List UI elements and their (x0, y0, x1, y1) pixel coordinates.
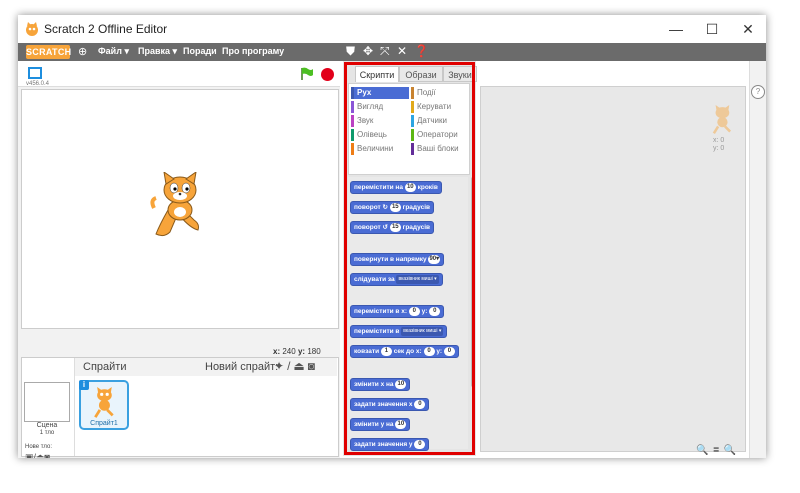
shrink-icon[interactable]: ✕ (397, 44, 407, 58)
sprite-x: x: 0 (713, 137, 725, 144)
x-label: x: (273, 347, 281, 356)
sprites-header: Спрайти Новий спрайт: ✦/⏏◙ (75, 358, 337, 376)
y-label: y: (297, 347, 306, 356)
sprite-cat[interactable] (150, 172, 208, 242)
new-sprite-label: Новий спрайт: (205, 361, 279, 373)
x-value: 240 (282, 347, 296, 356)
sprite-library-icon[interactable]: ✦ (274, 359, 287, 373)
title-bar: Scratch 2 Offline Editor — ☐ ✕ (18, 15, 766, 43)
new-backdrop-tools: ▣/⏏◙ (25, 452, 50, 458)
stage-toolbar: v456.0.4 (18, 61, 340, 87)
sprite-position: x: 0 y: 0 (713, 137, 724, 153)
library-icon[interactable]: ▣ (25, 452, 34, 458)
scripts-area[interactable]: x: 0 y: 0 🔍 = 🔍 (480, 86, 746, 456)
grow-icon[interactable]: ⤧ (380, 44, 390, 59)
menu-bar: SCRATCH ⊕ Файл ▾ Правка ▾ Поради Про про… (18, 43, 766, 61)
maximize-button[interactable]: ☐ (694, 19, 730, 39)
presentation-mode-icon[interactable] (28, 67, 42, 79)
menu-about[interactable]: Про програму (222, 46, 284, 56)
stage-area: v456.0.4 x: 240 y: 180 Сцена 1 тло Нове … (18, 61, 340, 458)
cut-icon[interactable]: ✥ (363, 44, 373, 58)
scratch-logo[interactable]: SCRATCH (26, 45, 71, 59)
sprites-panel: Сцена 1 тло Нове тло: ▣/⏏◙ Спрайти Новий… (21, 357, 339, 458)
editor-window: Scratch 2 Offline Editor — ☐ ✕ SCRATCH ⊕… (18, 15, 766, 458)
new-sprite-tools: ✦/⏏◙ (274, 359, 318, 373)
y-value: 180 (307, 347, 321, 356)
stage-thumbnail[interactable] (24, 382, 70, 422)
zoom-controls[interactable]: 🔍 = 🔍 (696, 445, 737, 456)
help-icon[interactable]: ? (751, 85, 765, 99)
new-backdrop-label: Нове тло: (25, 444, 52, 450)
duplicate-stamp-icon[interactable]: ⛊ (346, 44, 355, 59)
close-button[interactable]: ✕ (730, 19, 766, 39)
green-flag-icon[interactable] (300, 67, 314, 81)
version-label: v456.0.4 (26, 81, 50, 87)
help-tool-icon[interactable]: ❓ (414, 44, 429, 58)
highlight-frame (344, 62, 475, 455)
camera-sprite-icon[interactable]: ◙ (308, 359, 318, 373)
stage-coordinates: x: 240 y: 180 (273, 347, 321, 356)
menu-edit[interactable]: Правка ▾ (138, 46, 177, 57)
window-title: Scratch 2 Offline Editor (44, 22, 168, 36)
globe-icon[interactable]: ⊕ (78, 45, 87, 58)
sprite-name: Спрайт1 (90, 420, 118, 427)
current-sprite-icon (712, 105, 732, 134)
stage-canvas[interactable] (21, 89, 339, 329)
menu-tips[interactable]: Поради (183, 46, 217, 56)
sprite-cat-thumb-icon (94, 387, 114, 418)
backdrop-count: 1 тло (39, 430, 55, 436)
scene-label: Сцена (36, 422, 58, 429)
camera-icon[interactable]: ◙ (45, 452, 50, 458)
sprites-title: Спрайти (83, 361, 127, 373)
info-icon[interactable]: i (79, 380, 89, 390)
sprite-y: y: 0 (713, 145, 725, 152)
minimize-button[interactable]: — (658, 19, 694, 39)
right-strip (749, 61, 766, 458)
upload-icon[interactable]: ⏏ (36, 452, 45, 458)
scratch-cat-icon (26, 22, 38, 36)
scene-column: Сцена 1 тло Нове тло: ▣/⏏◙ (22, 358, 75, 458)
stop-icon[interactable] (321, 68, 334, 81)
upload-sprite-icon[interactable]: ⏏ (293, 359, 307, 373)
menu-file[interactable]: Файл ▾ (98, 46, 129, 57)
